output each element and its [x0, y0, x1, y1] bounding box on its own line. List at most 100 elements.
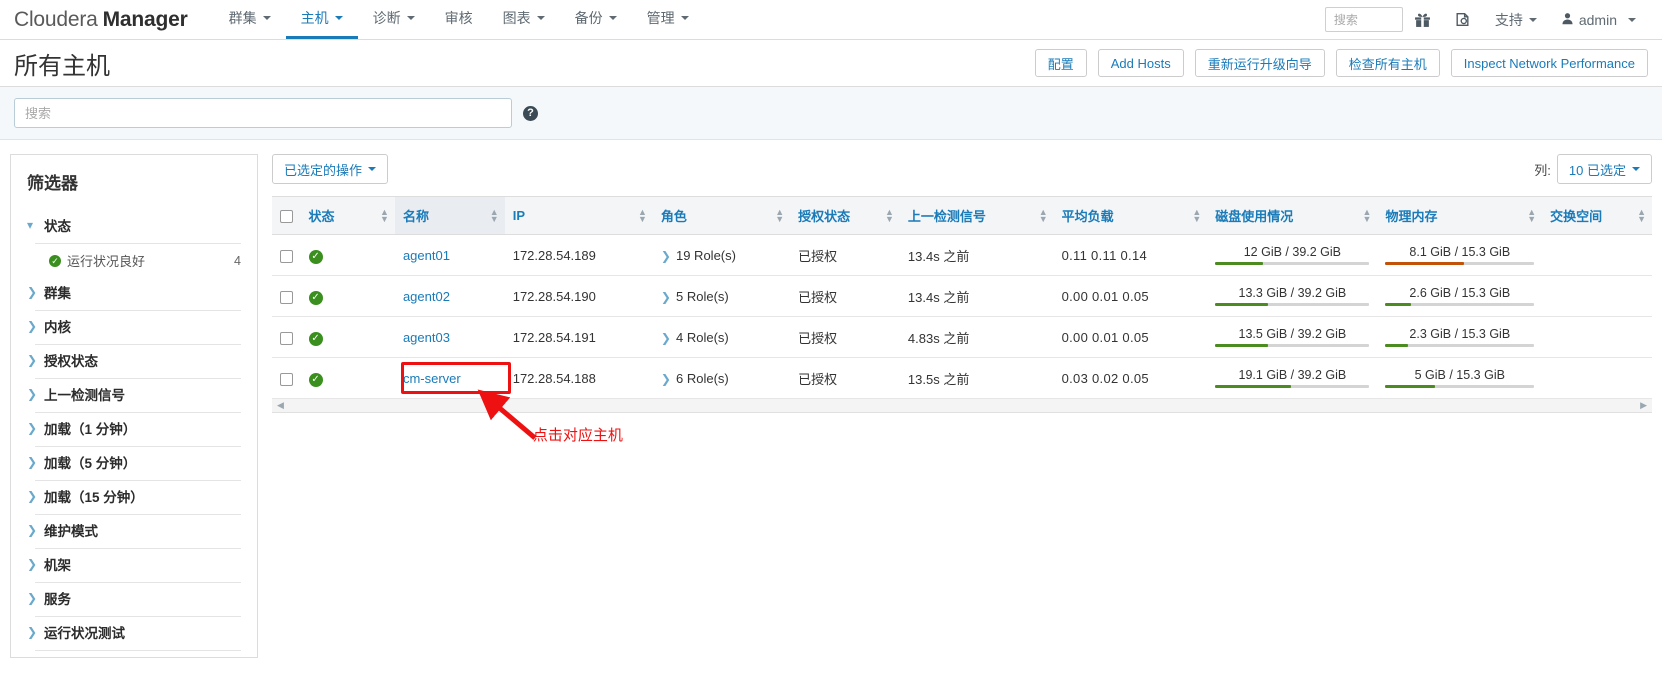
filter-toggle-load-15m[interactable]: ❯ 加载（15 分钟） — [27, 481, 241, 511]
cell-roles[interactable]: ❯ 5 Role(s) — [652, 275, 791, 317]
host-link[interactable]: agent03 — [403, 330, 450, 345]
cell-disk-usage: 13.3 GiB / 39.2 GiB — [1207, 275, 1378, 317]
cell-name[interactable]: cm-server — [394, 357, 505, 399]
sort-icon[interactable]: ▲ ▼ — [638, 207, 647, 223]
sort-icon[interactable]: ▲ ▼ — [1527, 207, 1536, 223]
row-select-cell[interactable] — [272, 234, 301, 276]
sort-icon[interactable]: ▲ ▼ — [1039, 207, 1048, 223]
filter-toggle-load-5m[interactable]: ❯ 加载（5 分钟） — [27, 447, 241, 477]
help-icon[interactable]: ? — [523, 105, 538, 121]
column-last-heartbeat[interactable]: 上一检测信号 ▲ ▼ — [899, 196, 1054, 235]
add-hosts-button[interactable]: Add Hosts — [1097, 49, 1184, 77]
search-input[interactable] — [14, 98, 512, 128]
column-ip[interactable]: IP ▲ ▼ — [504, 196, 653, 235]
nav-item-label: 图表 — [502, 10, 531, 26]
filter-toggle-maintenance-mode[interactable]: ❯ 维护模式 — [27, 515, 241, 545]
row-select-cell[interactable] — [272, 275, 301, 317]
column-roles[interactable]: 角色 ▲ ▼ — [652, 196, 791, 235]
inspect-network-performance-button[interactable]: Inspect Network Performance — [1450, 49, 1648, 77]
sort-icon[interactable]: ▲ ▼ — [1192, 207, 1201, 223]
nav-item-hosts[interactable]: 主机 — [285, 0, 358, 39]
host-link[interactable]: cm-server — [403, 371, 461, 386]
nav-item-label: 审核 — [444, 10, 473, 26]
table-row[interactable]: ✓ agent01 172.28.54.189 ❯ 19 Role(s) 已授权 … — [272, 234, 1652, 276]
nav-item-diagnostics[interactable]: 诊断 — [358, 0, 430, 39]
roles-label: 5 Role(s) — [675, 288, 729, 304]
cell-auth-state: 已授权 — [790, 316, 900, 358]
column-swap-space[interactable]: 交换空间 ▲ ▼ — [1542, 196, 1652, 235]
cell-roles[interactable]: ❯ 19 Role(s) — [652, 234, 791, 276]
selected-actions-dropdown[interactable]: 已选定的操作 — [272, 154, 389, 184]
row-checkbox[interactable] — [280, 331, 293, 345]
cell-load-average: 0.00 0.01 0.05 — [1053, 275, 1208, 317]
filter-toggle-auth-state[interactable]: ❯ 授权状态 — [27, 345, 241, 375]
nav-item-administration[interactable]: 管理 — [632, 0, 704, 39]
cell-swap-space — [1542, 357, 1652, 399]
sort-icon[interactable]: ▲ ▼ — [775, 207, 784, 223]
filter-toggle-kernel[interactable]: ❯ 内核 — [27, 311, 241, 341]
nav-item-audits[interactable]: 审核 — [430, 0, 488, 39]
cell-physical-memory: 2.6 GiB / 15.3 GiB — [1377, 275, 1543, 317]
row-checkbox[interactable] — [280, 249, 293, 263]
row-checkbox[interactable] — [280, 290, 293, 304]
health-good-icon: ✓ — [308, 331, 323, 346]
inspect-all-hosts-button[interactable]: 检查所有主机 — [1335, 49, 1440, 77]
scroll-right-arrow-icon[interactable]: ▶ — [1640, 400, 1647, 411]
filter-option-good-health[interactable]: ✓ 运行状况良好 4 — [27, 244, 241, 277]
filter-toggle-services[interactable]: ❯ 服务 — [27, 583, 241, 613]
chevron-down-icon — [262, 16, 271, 20]
parcel-icon[interactable] — [1443, 0, 1483, 40]
disk-usage-label: 12 GiB / 39.2 GiB — [1243, 245, 1342, 259]
sort-icon[interactable]: ▲ ▼ — [885, 207, 894, 223]
table-row[interactable]: ✓ cm-server 172.28.54.188 ❯ 6 Role(s) 已授权… — [272, 357, 1652, 399]
select-all-header[interactable] — [272, 196, 301, 235]
column-name[interactable]: 名称 ▲ ▼ — [394, 196, 505, 235]
nav-item-clusters[interactable]: 群集 — [214, 0, 286, 39]
sort-icon[interactable]: ▲ ▼ — [1363, 207, 1372, 223]
chevron-down-icon — [368, 167, 377, 171]
host-link[interactable]: agent02 — [403, 289, 450, 304]
cell-roles[interactable]: ❯ 4 Role(s) — [652, 316, 791, 358]
cell-name[interactable]: agent03 — [394, 316, 505, 358]
column-disk-usage[interactable]: 磁盘使用情况 ▲ ▼ — [1207, 196, 1378, 235]
user-menu[interactable]: admin — [1549, 0, 1648, 40]
column-status[interactable]: 状态 ▲ ▼ — [300, 196, 395, 235]
configure-button[interactable]: 配置 — [1034, 49, 1087, 77]
column-physical-memory[interactable]: 物理内存 ▲ ▼ — [1377, 196, 1543, 235]
filter-toggle-load-1m[interactable]: ❯ 加载（1 分钟） — [27, 413, 241, 443]
table-row[interactable]: ✓ agent02 172.28.54.190 ❯ 5 Role(s) 已授权 1… — [272, 275, 1652, 317]
app-logo[interactable]: Cloudera Manager — [14, 0, 188, 39]
table-row[interactable]: ✓ agent03 172.28.54.191 ❯ 4 Role(s) 已授权 4… — [272, 316, 1652, 358]
row-select-cell[interactable] — [272, 357, 301, 399]
filter-toggle-status[interactable]: ▾ 状态 — [27, 210, 241, 240]
sort-icon[interactable]: ▲ ▼ — [490, 207, 499, 223]
filter-toggle-cluster[interactable]: ❯ 群集 — [27, 277, 241, 307]
sort-icon[interactable]: ▲ ▼ — [380, 207, 389, 223]
scroll-left-arrow-icon[interactable]: ◀ — [277, 400, 284, 411]
filter-toggle-last-heartbeat[interactable]: ❯ 上一检测信号 — [27, 379, 241, 409]
rerun-upgrade-wizard-button[interactable]: 重新运行升级向导 — [1194, 49, 1325, 77]
row-checkbox[interactable] — [280, 372, 293, 386]
horizontal-scrollbar[interactable]: ◀ ▶ — [272, 399, 1652, 413]
column-auth-state[interactable]: 授权状态 ▲ ▼ — [790, 196, 900, 235]
gift-icon[interactable] — [1403, 0, 1443, 40]
row-select-cell[interactable] — [272, 316, 301, 358]
global-search-input[interactable] — [1324, 7, 1403, 32]
host-link[interactable]: agent01 — [403, 248, 450, 263]
columns-dropdown[interactable]: 10 已选定 — [1556, 154, 1652, 184]
select-all-checkbox[interactable] — [280, 210, 293, 224]
cell-name[interactable]: agent02 — [394, 275, 505, 317]
support-menu[interactable]: 支持 — [1483, 0, 1549, 40]
chevron-right-icon: ❯ — [27, 557, 38, 571]
column-load-average[interactable]: 平均负载 ▲ ▼ — [1053, 196, 1208, 235]
cell-roles[interactable]: ❯ 6 Role(s) — [652, 357, 791, 399]
filter-toggle-rack[interactable]: ❯ 机架 — [27, 549, 241, 579]
chevron-right-icon: ❯ — [660, 371, 671, 386]
chevron-down-icon — [1632, 167, 1640, 171]
nav-item-backup[interactable]: 备份 — [560, 0, 632, 39]
filter-toggle-health-tests[interactable]: ❯ 运行状况测试 — [27, 617, 241, 647]
chevron-right-icon: ❯ — [27, 455, 38, 469]
nav-item-charts[interactable]: 图表 — [488, 0, 560, 39]
cell-name[interactable]: agent01 — [394, 234, 505, 276]
sort-icon[interactable]: ▲ ▼ — [1637, 207, 1646, 223]
